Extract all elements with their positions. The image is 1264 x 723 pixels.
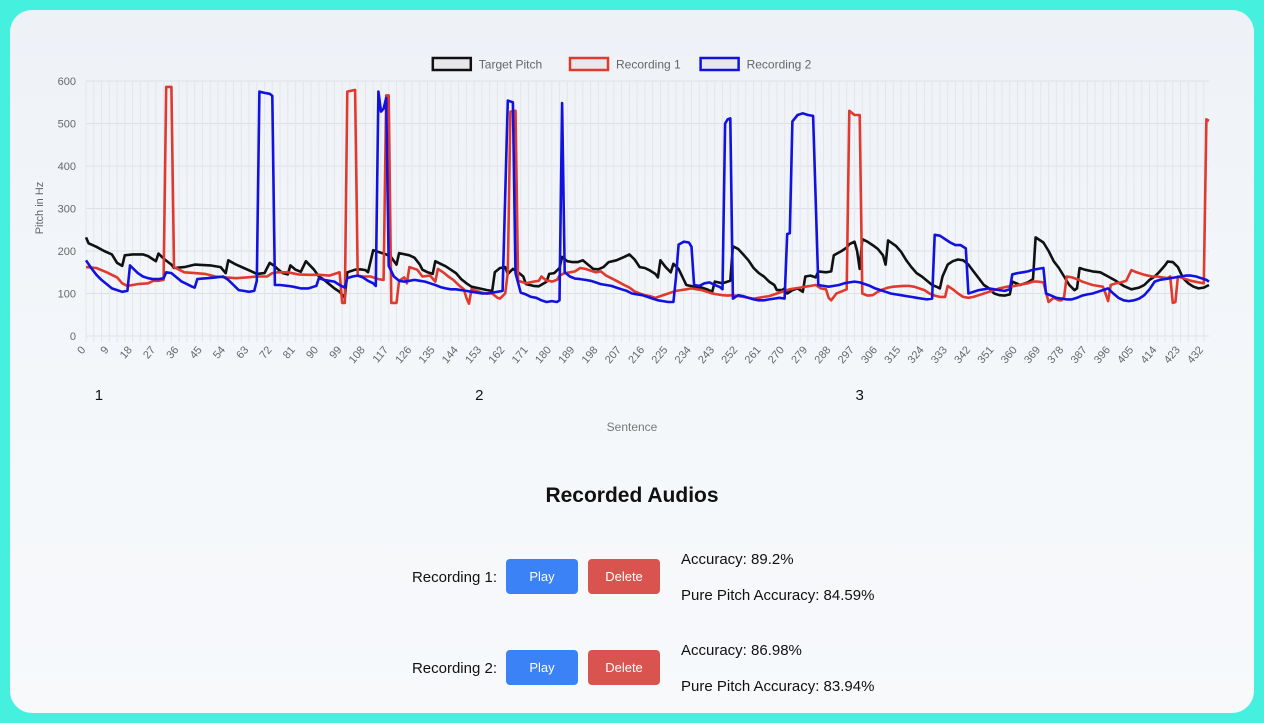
sentence-marker: 1 <box>94 387 104 404</box>
x-tick-label: 414 <box>1139 344 1160 366</box>
x-tick-label: 108 <box>347 344 368 366</box>
legend-label: Recording 1 <box>616 58 681 72</box>
y-axis: 0 100 200 300 400 500 600 <box>58 76 76 343</box>
y-tick-label: 600 <box>58 76 76 88</box>
y-tick-label: 0 <box>70 331 76 343</box>
x-tick-label: 63 <box>234 344 251 361</box>
x-tick-label: 261 <box>743 344 764 366</box>
recorded-audios-title: Recorded Audios <box>545 484 719 507</box>
x-tick-label: 99 <box>327 344 344 361</box>
x-tick-label: 72 <box>258 344 275 361</box>
legend-swatch <box>431 56 473 72</box>
x-tick-label: 423 <box>1162 344 1183 366</box>
x-tick-label: 54 <box>211 344 228 361</box>
x-tick-label: 171 <box>510 344 531 366</box>
x-tick-label: 297 <box>836 344 857 366</box>
recording-row-2: Recording 2: Play Delete Accuracy: 86.98… <box>10 642 1254 713</box>
x-tick-label: 0 <box>75 344 88 356</box>
x-tick-label: 126 <box>393 344 414 366</box>
x-tick-label: 207 <box>603 344 624 366</box>
x-tick-label: 333 <box>929 344 950 366</box>
y-tick-label: 400 <box>58 161 76 173</box>
x-tick-label: 144 <box>440 344 461 366</box>
x-axis-title: Sentence <box>606 420 658 434</box>
x-tick-label: 351 <box>976 344 997 366</box>
x-tick-label: 225 <box>650 344 671 366</box>
play-button[interactable]: Play <box>506 559 578 594</box>
x-tick-label: 387 <box>1069 344 1090 366</box>
x-tick-label: 162 <box>486 344 507 366</box>
x-tick-label: 36 <box>164 344 181 361</box>
x-tick-label: 45 <box>188 344 205 361</box>
x-axis: 0 9 18 27 36 45 54 63 72 81 90 99 108 117 126 135 144 153… <box>75 344 1206 366</box>
x-tick-label: 189 <box>556 344 577 366</box>
x-tick-label: 216 <box>626 344 647 366</box>
x-tick-label: 198 <box>580 344 601 366</box>
pure-pitch-accuracy-text: Pure Pitch Accuracy: 83.94% <box>681 678 875 695</box>
x-tick-label: 135 <box>417 344 438 366</box>
x-tick-label: 27 <box>141 344 158 361</box>
x-tick-label: 81 <box>281 344 298 361</box>
pitch-chart: Target Pitch Recording 1 Recording 2 0 100 2… <box>34 56 1210 366</box>
x-tick-label: 90 <box>304 344 321 361</box>
accuracy-text: Accuracy: 86.98% <box>681 642 802 659</box>
x-tick-label: 315 <box>882 344 903 366</box>
x-tick-label: 288 <box>813 344 834 366</box>
chart-legend: Target Pitch Recording 1 Recording 2 <box>431 56 812 72</box>
x-tick-label: 180 <box>533 344 554 366</box>
delete-button[interactable]: Delete <box>588 559 660 594</box>
x-tick-label: 153 <box>463 344 484 366</box>
legend-label: Target Pitch <box>479 58 542 72</box>
x-tick-label: 279 <box>789 344 810 366</box>
x-tick-label: 9 <box>98 344 111 356</box>
x-tick-label: 378 <box>1045 344 1066 366</box>
recording-label: Recording 2: <box>411 660 497 677</box>
x-tick-label: 432 <box>1185 344 1206 366</box>
pure-pitch-accuracy-text: Pure Pitch Accuracy: 84.59% <box>681 587 875 604</box>
legend-swatch <box>699 56 740 72</box>
x-tick-label: 405 <box>1115 344 1136 366</box>
legend-swatch <box>568 56 610 72</box>
sentence-marker: 3 <box>855 387 864 404</box>
x-tick-label: 360 <box>999 344 1020 366</box>
recording-label: Recording 1: <box>411 569 497 586</box>
x-tick-label: 270 <box>766 344 787 366</box>
x-tick-label: 369 <box>1022 344 1043 366</box>
y-tick-label: 200 <box>58 246 76 258</box>
recording-row-1: Recording 1: Play Delete Accuracy: 89.2%… <box>10 551 1254 635</box>
accuracy-text: Accuracy: 89.2% <box>681 551 794 568</box>
x-tick-label: 234 <box>673 344 694 366</box>
sentence-marker: 2 <box>475 387 484 404</box>
y-tick-label: 100 <box>58 289 76 301</box>
legend-label: Recording 2 <box>747 58 812 72</box>
x-tick-label: 18 <box>118 344 135 361</box>
legend-item: Recording 1 <box>568 56 681 72</box>
legend-item: Target Pitch <box>431 56 542 72</box>
y-axis-title: Pitch in Hz <box>34 182 46 235</box>
x-tick-label: 252 <box>719 344 740 366</box>
x-tick-label: 396 <box>1092 344 1113 366</box>
delete-button[interactable]: Delete <box>588 650 660 685</box>
x-tick-label: 243 <box>696 344 717 366</box>
x-tick-label: 342 <box>952 344 973 366</box>
x-tick-label: 117 <box>371 344 391 365</box>
page-panel: Target Pitch Recording 1 Recording 2 0 100 2… <box>10 10 1254 713</box>
legend-item: Recording 2 <box>699 56 812 72</box>
chart-grid <box>85 80 1209 342</box>
x-tick-label: 324 <box>906 344 927 366</box>
play-button[interactable]: Play <box>506 650 578 685</box>
x-tick-label: 306 <box>859 344 880 366</box>
y-tick-label: 300 <box>58 204 76 216</box>
y-tick-label: 500 <box>58 119 76 131</box>
